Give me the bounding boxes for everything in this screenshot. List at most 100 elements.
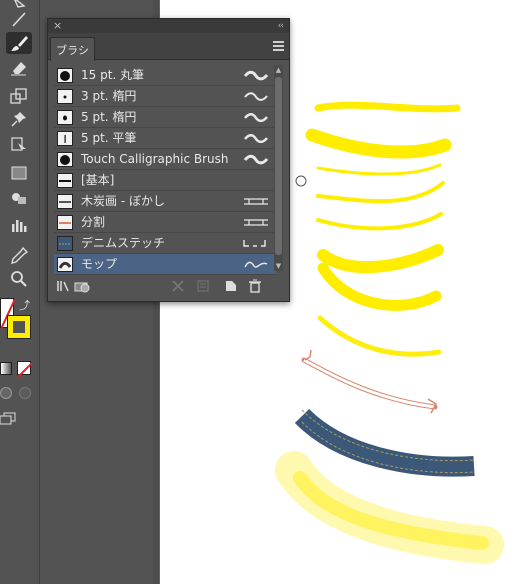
swap-colors-icon[interactable]: ⤴ [19, 297, 30, 313]
gradient-mode-swatch[interactable] [0, 362, 12, 375]
pin-icon [11, 112, 26, 127]
line-tool[interactable] [6, 8, 32, 30]
brush-thumbnail [57, 236, 73, 251]
brush-thumbnail [57, 215, 73, 230]
eyedropper-tool[interactable] [6, 244, 32, 266]
scale-icon [10, 88, 27, 104]
paintbrush-tool[interactable] [6, 32, 32, 54]
brush-list: 15 pt. 丸筆 3 pt. 楕円 5 pt. 楕円 5 pt. 平筆 Tou… [54, 65, 279, 275]
brush-thumbnail [57, 257, 73, 272]
free-transform-icon [11, 137, 26, 151]
zoom-tool[interactable] [6, 268, 32, 290]
brush-thumbnail [57, 173, 73, 188]
brush-name: [基本] [81, 173, 115, 187]
stroke-preview-icon [243, 154, 269, 165]
eyedropper-icon [11, 246, 29, 264]
brush-thumbnail [57, 110, 73, 125]
graph-icon [12, 220, 27, 232]
none-color-icon [17, 362, 33, 378]
stroke-sample-divide [301, 349, 438, 414]
panel-menu-icon[interactable] [273, 41, 284, 51]
stroke-preview-icon [244, 113, 268, 123]
brush-name: デニムステッチ [81, 236, 166, 250]
panel-title-bar[interactable]: × ‹‹ [48, 19, 289, 33]
brush-cursor [295, 175, 307, 187]
stroke-swatch[interactable] [7, 315, 31, 339]
close-icon[interactable]: × [53, 19, 62, 33]
brush-name: 5 pt. 平筆 [81, 131, 137, 145]
brush-list-scrollbar[interactable]: ▲ ▼ [274, 65, 283, 271]
puppet-warp-tool[interactable] [6, 108, 32, 130]
tools-panel: ⤴ [0, 0, 40, 584]
brush-name: Touch Calligraphic Brush [81, 152, 229, 166]
stroke-preview-icon [244, 219, 268, 226]
collapse-icon[interactable]: ‹‹ [278, 19, 284, 33]
paintbrush-icon [11, 36, 28, 51]
delete-brush-icon[interactable] [248, 279, 262, 293]
eraser-tool[interactable] [6, 56, 32, 78]
remove-stroke-icon[interactable] [171, 279, 185, 293]
brush-row[interactable]: 木炭画 - ぼかし [54, 191, 276, 212]
brush-name: モップ [81, 257, 118, 271]
eraser-icon [11, 62, 26, 76]
brush-row[interactable]: 15 pt. 丸筆 [54, 65, 276, 86]
screen-mode-button[interactable] [0, 410, 16, 425]
zoom-icon [11, 271, 27, 287]
graph-tool[interactable] [6, 214, 32, 236]
shape-builder-tool[interactable] [6, 187, 32, 209]
stroke-preview-icon [244, 134, 268, 144]
stroke-sample-calligraphic [305, 128, 452, 159]
brush-row[interactable]: デニムステッチ [54, 233, 276, 254]
gradient-tool[interactable] [6, 162, 32, 184]
stroke-sample-oval-3pt [316, 163, 442, 176]
line-icon [12, 12, 26, 27]
brush-libraries-icon[interactable] [56, 279, 70, 293]
free-transform-tool[interactable] [6, 133, 32, 155]
brush-name: 木炭画 - ぼかし [81, 194, 165, 208]
panel-footer [48, 275, 289, 297]
shape-builder-icon [12, 193, 26, 204]
scroll-down-icon[interactable]: ▼ [274, 261, 283, 271]
draw-inside-button[interactable] [19, 387, 31, 399]
brush-row[interactable]: 分割 [54, 212, 276, 233]
stroke-preview-icon [244, 198, 268, 205]
scroll-up-icon[interactable]: ▲ [274, 65, 283, 75]
scroll-thumb[interactable] [275, 77, 282, 255]
brush-name: 5 pt. 楕円 [81, 110, 137, 124]
brush-row[interactable]: [基本] [54, 170, 276, 191]
stroke-preview-icon [243, 240, 266, 247]
brush-library-persist-icon[interactable] [74, 279, 92, 293]
brush-thumbnail [57, 68, 73, 83]
tab-brushes[interactable]: ブラシ [50, 37, 95, 61]
brush-row[interactable]: Touch Calligraphic Brush [54, 149, 276, 170]
brushes-panel: × ‹‹ ブラシ 15 pt. 丸筆 3 pt. 楕円 5 pt. 楕円 5 p… [47, 18, 290, 302]
stroke-preview-icon [244, 92, 268, 101]
stroke-sample-round-15pt [314, 101, 461, 113]
brush-name: 3 pt. 楕円 [81, 89, 137, 103]
stroke-sample-oval-5pt [316, 181, 445, 204]
screen-mode-icon [0, 412, 16, 425]
stroke-sample-basic [317, 244, 444, 274]
brush-name: 15 pt. 丸筆 [81, 68, 145, 82]
stroke-preview-icon [244, 261, 268, 268]
stroke-sample-denim-stitch [294, 408, 475, 477]
draw-mode-button[interactable] [0, 387, 12, 399]
brush-row-selected[interactable]: モップ [54, 254, 276, 275]
new-brush-icon[interactable] [224, 279, 238, 293]
brush-thumbnail [57, 89, 73, 104]
gradient-icon [11, 166, 27, 180]
scale-tool[interactable] [6, 85, 32, 107]
brush-thumbnail [57, 131, 73, 146]
stroke-sample-basic-2 [317, 262, 442, 311]
stroke-sample-flat-5pt [316, 212, 443, 231]
brush-thumbnail [57, 152, 73, 167]
stroke-preview-icon [243, 70, 269, 81]
none-mode-swatch[interactable] [17, 361, 33, 378]
brush-thumbnail [57, 194, 73, 209]
brush-row[interactable]: 5 pt. 平筆 [54, 128, 276, 149]
brush-name: 分割 [81, 215, 106, 229]
brush-row[interactable]: 3 pt. 楕円 [54, 86, 276, 107]
options-icon[interactable] [196, 279, 210, 293]
brush-row[interactable]: 5 pt. 楕円 [54, 107, 276, 128]
panel-tab-bar: ブラシ [48, 33, 289, 61]
